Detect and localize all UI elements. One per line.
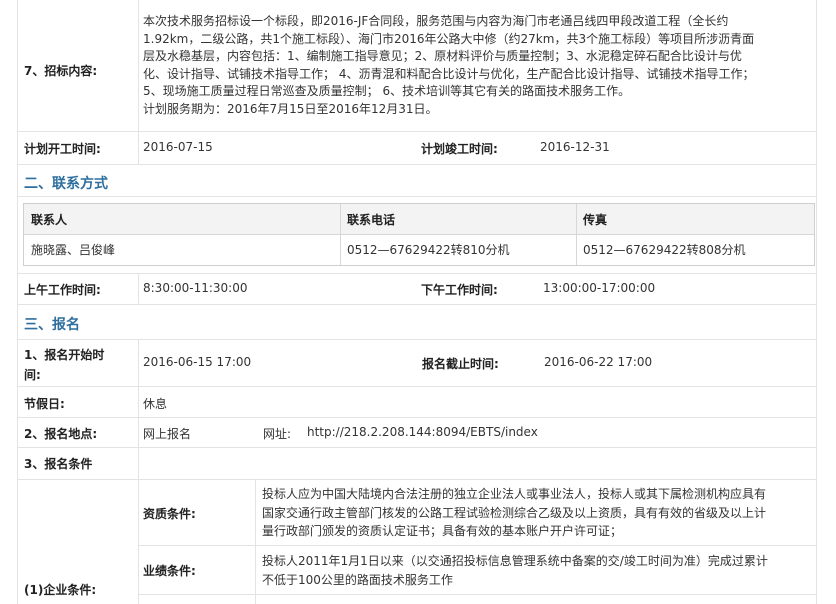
- performance-label: 业绩条件:: [143, 564, 196, 578]
- enterprise-conditions-label: (1)企业条件:: [24, 583, 97, 597]
- signup-start-label-cont: 间:: [24, 368, 41, 382]
- planned-start-value: 2016-07-15: [143, 140, 213, 154]
- label-column-divider-conditions: [138, 480, 139, 604]
- tender-content-line: 1.92km，二级公路，共1个施工标段）、海门市2016年公路大中修（约27km…: [143, 31, 755, 46]
- tender-content-line: 层及水稳基层，内容包括：1、编制施工指导意见；2、原材料评价与质量控制；3、水泥…: [143, 49, 742, 64]
- contact-table-header: [24, 204, 814, 235]
- row-divider: [17, 386, 817, 387]
- contact-header-fax: 传真: [583, 213, 608, 227]
- right-border: [816, 0, 817, 604]
- contact-section-title: 二、联系方式: [24, 176, 108, 192]
- am-hours-label: 上午工作时间:: [24, 283, 101, 297]
- signup-start-label: 1、报名开始时: [24, 348, 105, 362]
- label-column-divider-hours: [138, 274, 139, 304]
- row-divider: [17, 339, 817, 340]
- qualification-text: 投标人应为中国大陆境内合法注册的独立企业法人或事业法人，投标人或其下属检测机构应…: [262, 485, 812, 541]
- planned-end-value: 2016-12-31: [540, 140, 610, 154]
- row-divider: [138, 594, 817, 595]
- column-divider: [340, 204, 341, 265]
- signup-start-value: 2016-06-15 17:00: [143, 355, 252, 369]
- row-divider: [17, 273, 817, 274]
- pm-hours-label: 下午工作时间:: [421, 283, 498, 297]
- tender-content-line: 5、现场施工质量过程日常巡查及质量控制； 6、技术培训等其它有关的路面技术服务工…: [143, 84, 631, 99]
- tender-content-line: 本次技术服务招标设一个标段，即2016-JF合同段，服务范围与内容为海门市老通吕…: [143, 14, 729, 28]
- contact-header-person: 联系人: [31, 213, 68, 227]
- row-divider: [17, 196, 817, 197]
- planned-start-label: 计划开工时间:: [24, 142, 101, 156]
- holiday-value: 休息: [143, 397, 168, 411]
- performance-line: 投标人2011年1月1日以来（以交通招投标信息管理系统中备案的交/竣工时间为准）…: [262, 554, 768, 568]
- pm-hours-value: 13:00:00-17:00:00: [543, 281, 656, 295]
- signup-conditions-label: 3、报名条件: [24, 457, 93, 471]
- label-column-divider-signup: [138, 340, 139, 480]
- label-column-divider-top: [138, 0, 139, 165]
- contact-phone: 0512—67629422转810分机: [347, 243, 510, 257]
- contact-table: 联系人 联系电话 传真 施晓露、吕俊峰 0512—67629422转810分机 …: [23, 203, 815, 266]
- row-divider: [17, 479, 817, 480]
- planned-end-label: 计划竣工时间:: [421, 142, 498, 156]
- am-hours-value: 8:30:00-11:30:00: [143, 281, 248, 295]
- row-divider: [17, 164, 817, 165]
- sub-label-column-divider: [255, 480, 256, 604]
- tender-content-line: 计划服务期为：2016年7月15日至2016年12月31日。: [143, 101, 438, 116]
- tender-content-text: 本次技术服务招标设一个标段，即2016-JF合同段，服务范围与内容为海门市老通吕…: [143, 13, 815, 119]
- performance-text: 投标人2011年1月1日以来（以交通招投标信息管理系统中备案的交/竣工时间为准）…: [262, 552, 812, 589]
- signup-end-label: 报名截止时间:: [422, 357, 499, 371]
- contact-fax: 0512—67629422转808分机: [583, 243, 746, 257]
- left-border: [17, 0, 18, 604]
- performance-line: 不低于100公里的路面技术服务工作: [262, 572, 453, 587]
- column-divider: [576, 204, 577, 265]
- row-divider: [17, 304, 817, 305]
- signup-url-link[interactable]: http://218.2.208.144:8094/EBTS/index: [307, 425, 538, 439]
- signup-end-value: 2016-06-22 17:00: [544, 355, 653, 369]
- qualification-line: 量行政部门颁发的资质认定证书；具备有效的基本账户开户许可证；: [262, 524, 623, 538]
- signup-section-title: 三、报名: [24, 317, 80, 333]
- row-divider: [17, 447, 817, 448]
- qualification-line: 国家交通行政主管部门核发的公路工程试验检测综合乙级及以上资质，具有有效的省级及以…: [262, 505, 767, 520]
- signup-url-label: 网址:: [263, 427, 292, 441]
- qualification-label: 资质条件:: [143, 507, 196, 521]
- signup-place-value: 网上报名: [143, 427, 192, 441]
- row-divider: [17, 131, 817, 132]
- qualification-line: 投标人应为中国大陆境内合法注册的独立企业法人或事业法人，投标人或其下属检测机构应…: [262, 487, 767, 501]
- tender-content-label: 7、招标内容:: [24, 64, 98, 78]
- row-divider: [138, 545, 817, 546]
- holiday-label: 节假日:: [24, 397, 65, 411]
- contact-person: 施晓露、吕俊峰: [31, 243, 116, 257]
- row-divider: [17, 417, 817, 418]
- tender-content-line: 化、设计指导、试铺技术指导工作； 4、沥青混和料配合比设计与优化，生产配合比设计…: [143, 66, 755, 81]
- signup-place-label: 2、报名地点:: [24, 427, 98, 441]
- contact-header-phone: 联系电话: [347, 213, 396, 227]
